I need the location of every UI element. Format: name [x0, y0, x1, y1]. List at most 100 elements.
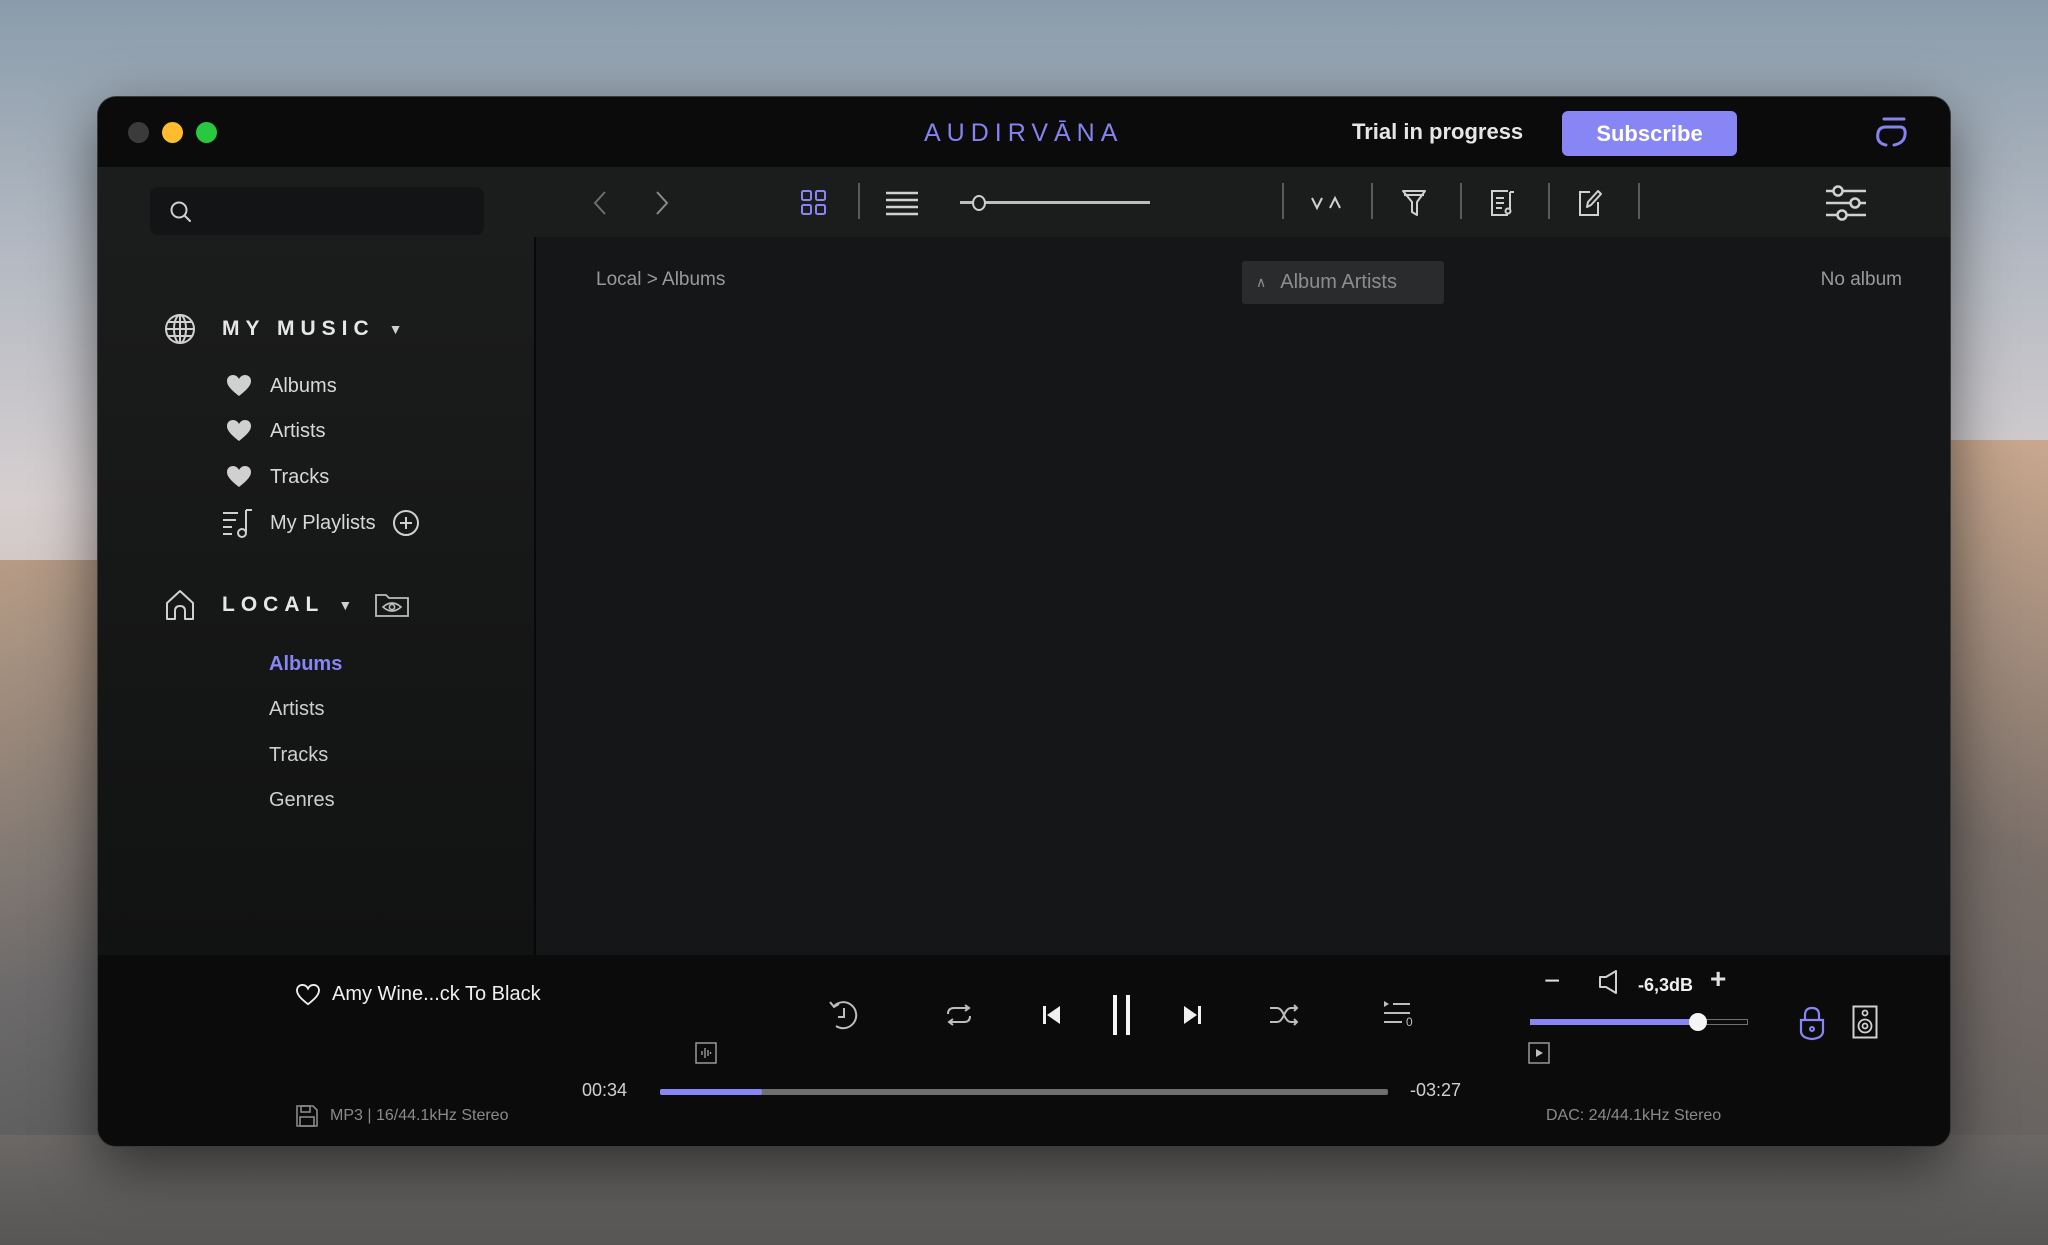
minimize-window-button[interactable] — [162, 122, 183, 143]
speaker-volume-icon[interactable] — [1598, 969, 1622, 995]
grid-view-button[interactable] — [796, 185, 832, 221]
playback-progress-bar[interactable] — [660, 1089, 1388, 1095]
now-playing: Amy Wine...ck To Black — [296, 983, 541, 1006]
repeat-icon — [947, 1004, 971, 1026]
globe-icon — [165, 314, 195, 344]
audio-settings-button[interactable] — [1824, 181, 1868, 225]
play-box-icon — [1528, 1042, 1550, 1064]
repeat-button[interactable] — [941, 999, 977, 1031]
dac-info: DAC: 24/44.1kHz Stereo — [1546, 1107, 1722, 1124]
now-playing-button[interactable] — [1527, 1041, 1551, 1065]
my-music-section-header[interactable]: MY MUSIC ▼ — [164, 313, 402, 345]
waveform-icon — [695, 1042, 717, 1064]
title-bar: AUDIRVĀNA Trial in progress Subscribe — [98, 97, 1950, 167]
list-view-icon — [886, 191, 918, 216]
audirvana-logo-icon[interactable] — [1872, 115, 1912, 151]
shuffle-button[interactable] — [1266, 999, 1302, 1031]
volume-slider-fill — [1530, 1019, 1698, 1025]
close-window-button[interactable] — [128, 122, 149, 143]
edit-icon — [1579, 190, 1602, 216]
replay-button[interactable] — [826, 997, 862, 1033]
sidebar-item-local-artists[interactable]: Artists — [269, 698, 325, 721]
caret-down-icon[interactable]: ▼ — [389, 321, 403, 337]
chevron-left-icon — [593, 191, 606, 215]
volume-slider[interactable] — [1530, 1010, 1748, 1034]
zoom-slider-track — [960, 201, 1150, 204]
subscribe-button[interactable]: Subscribe — [1562, 111, 1737, 156]
sidebar-item-favorite-artists[interactable]: Artists — [226, 418, 326, 444]
audio-device-speaker-icon[interactable] — [1852, 1005, 1878, 1039]
zoom-slider-knob[interactable] — [972, 195, 986, 211]
sort-order-button[interactable] — [1306, 185, 1346, 221]
heart-icon — [226, 464, 252, 490]
volume-down-button[interactable]: − — [1544, 965, 1560, 997]
search-input[interactable] — [150, 187, 484, 235]
grid-view-icon — [801, 190, 826, 215]
chevron-up-icon: ∧ — [1256, 274, 1267, 290]
toolbar-divider — [1638, 183, 1640, 219]
add-playlist-icon[interactable] — [392, 509, 420, 537]
watched-folder-icon[interactable] — [374, 592, 410, 618]
my-music-label: MY MUSIC — [222, 317, 375, 340]
heart-outline-icon[interactable] — [296, 983, 320, 1006]
replay-history-icon — [829, 1001, 858, 1030]
background-rock-right — [1938, 440, 2048, 1245]
local-section-header[interactable]: LOCAL ▼ — [164, 589, 410, 621]
sidebar-item-local-albums[interactable]: Albums — [269, 653, 342, 676]
album-count-status: No album — [1820, 269, 1902, 290]
edit-button[interactable] — [1572, 185, 1608, 221]
back-button[interactable] — [582, 185, 618, 221]
sidebar-item-local-genres[interactable]: Genres — [269, 789, 335, 812]
sort-by-label: Album Artists — [1280, 271, 1397, 293]
volume-slider-knob[interactable] — [1688, 1013, 1707, 1031]
volume-level: -6,3dB — [1638, 975, 1694, 995]
sidebar-item-label: My Playlists — [270, 511, 376, 534]
queue-count: 0 — [1406, 1015, 1413, 1029]
sidebar-item-my-playlists[interactable]: My Playlists — [222, 509, 420, 538]
breadcrumb[interactable]: Local > Albums — [596, 269, 725, 291]
filter-button[interactable] — [1396, 185, 1432, 221]
track-title[interactable]: Amy Wine...ck To Black — [332, 983, 541, 1006]
sidebar-item-local-tracks[interactable]: Tracks — [269, 744, 328, 767]
next-track-button[interactable] — [1180, 1001, 1204, 1029]
shuffle-icon — [1270, 1004, 1299, 1026]
sidebar-item-favorite-tracks[interactable]: Tracks — [226, 464, 329, 490]
previous-track-button[interactable] — [1040, 1001, 1064, 1029]
file-format-icon — [296, 1105, 318, 1127]
maximize-window-button[interactable] — [196, 122, 217, 143]
exclusive-mode-lock-icon[interactable] — [1798, 1005, 1826, 1041]
skip-previous-icon — [1043, 1006, 1060, 1024]
pause-button[interactable] — [1106, 991, 1138, 1039]
heart-icon — [226, 373, 252, 399]
sidebar-item-favorite-albums[interactable]: Albums — [226, 373, 337, 399]
settings-sliders-icon — [1826, 185, 1866, 221]
pause-icon — [1113, 995, 1130, 1035]
chevron-right-icon — [656, 191, 669, 215]
format-label: MP3 | 16/44.1kHz Stereo — [330, 1107, 509, 1124]
toolbar-divider — [858, 183, 860, 219]
volume-up-button[interactable]: + — [1710, 963, 1726, 995]
sidebar-item-label: Albums — [270, 374, 337, 397]
sidebar: MY MUSIC ▼ Albums Artists Tracks My Play… — [98, 237, 536, 955]
sort-by-button[interactable]: ∧ Album Artists — [1242, 261, 1444, 304]
sidebar-item-label: Artists — [270, 419, 326, 442]
local-label: LOCAL — [222, 593, 325, 616]
elapsed-time: 00:34 — [582, 1080, 628, 1100]
waveform-button[interactable] — [694, 1041, 718, 1065]
filter-icon — [1402, 190, 1426, 216]
list-view-button[interactable] — [884, 185, 920, 221]
toolbar-divider — [1548, 183, 1550, 219]
trial-status: Trial in progress — [1352, 119, 1524, 144]
player-bar: Amy Wine...ck To Black MP3 | 16/44.1kHz … — [98, 955, 1950, 1146]
toolbar-divider — [1282, 183, 1284, 219]
playlist-icon — [222, 509, 254, 538]
skip-next-icon — [1184, 1006, 1201, 1024]
zoom-slider[interactable] — [960, 193, 1150, 213]
playlist-details-button[interactable] — [1484, 185, 1520, 221]
playback-progress-fill — [660, 1089, 762, 1095]
caret-down-icon[interactable]: ▼ — [338, 597, 352, 613]
background-rock-bottom — [0, 1135, 2048, 1245]
track-list-icon — [1491, 190, 1514, 216]
forward-button[interactable] — [644, 185, 680, 221]
play-queue-button[interactable]: 0 — [1378, 993, 1418, 1033]
